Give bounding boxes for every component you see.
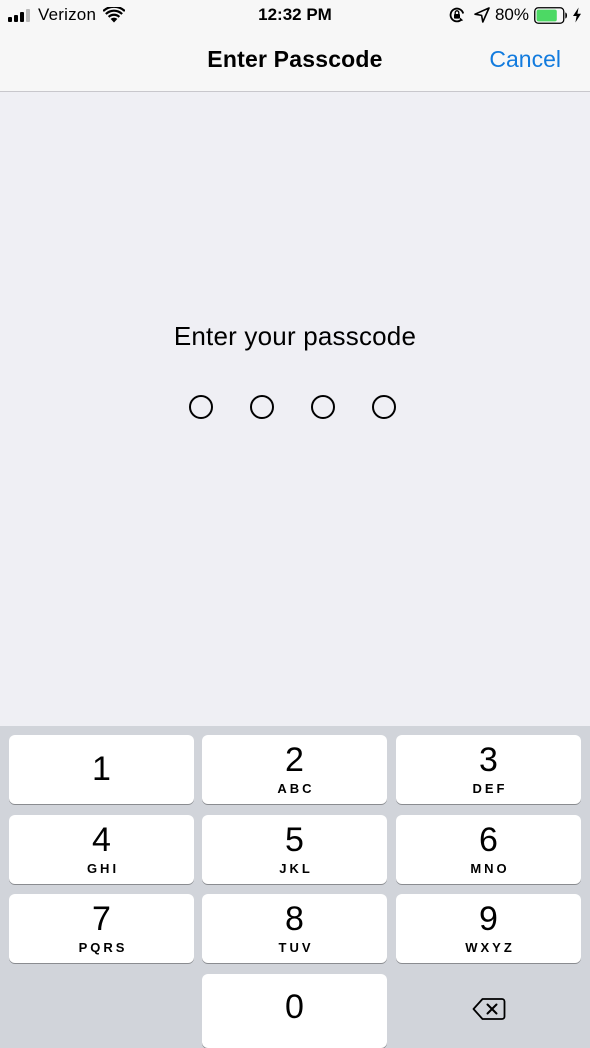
passcode-dots — [189, 395, 396, 419]
key-7[interactable]: 7 PQRS — [9, 894, 194, 963]
navigation-bar: Enter Passcode Cancel — [0, 30, 590, 92]
key-letters: ABC — [277, 781, 315, 796]
key-1[interactable]: 1 — [9, 735, 194, 804]
passcode-dot — [311, 395, 335, 419]
key-letters: DEF — [472, 781, 508, 796]
passcode-prompt: Enter your passcode — [173, 321, 417, 351]
key-9[interactable]: 9 WXYZ — [396, 894, 581, 963]
battery-percent: 80% — [494, 5, 529, 24]
key-letters: TUV — [278, 940, 314, 955]
passcode-dot — [372, 395, 396, 419]
battery-icon — [534, 6, 567, 24]
backspace-icon — [472, 997, 505, 1020]
key-digit: 5 — [285, 821, 304, 859]
key-digit: 7 — [92, 900, 111, 938]
cancel-button[interactable]: Cancel — [489, 46, 561, 73]
key-8[interactable]: 8 TUV — [202, 894, 387, 963]
numeric-keypad: 1 2 ABC 3 DEF 4 GHI 5 JKL 6 MNO 7 PQRS 8… — [0, 726, 590, 1048]
key-letters: PQRS — [78, 940, 128, 955]
delete-key[interactable] — [396, 974, 581, 1043]
passcode-dot — [189, 395, 213, 419]
key-letters: WXYZ — [465, 940, 515, 955]
rotation-lock-icon — [449, 7, 465, 23]
key-0[interactable]: 0 — [202, 974, 387, 1048]
key-4[interactable]: 4 GHI — [9, 815, 194, 884]
status-bar: Verizon 12:32 PM 80% — [0, 0, 590, 30]
battery-level-fill — [536, 9, 557, 21]
key-2[interactable]: 2 ABC — [202, 735, 387, 804]
passcode-dot — [250, 395, 274, 419]
key-6[interactable]: 6 MNO — [396, 815, 581, 884]
key-digit: 1 — [92, 750, 111, 788]
key-letters: GHI — [86, 861, 120, 876]
key-letters: MNO — [470, 861, 510, 876]
key-5[interactable]: 5 JKL — [202, 815, 387, 884]
key-digit: 6 — [479, 821, 498, 859]
key-digit: 3 — [479, 741, 498, 779]
key-digit: 9 — [479, 900, 498, 938]
key-digit: 4 — [92, 821, 111, 859]
status-right: 80% — [448, 4, 582, 26]
location-icon — [474, 7, 490, 23]
key-digit: 0 — [285, 988, 304, 1026]
key-letters: JKL — [279, 861, 313, 876]
key-digit: 8 — [285, 900, 304, 938]
charging-icon — [573, 7, 581, 23]
key-3[interactable]: 3 DEF — [396, 735, 581, 804]
key-digit: 2 — [285, 741, 304, 779]
